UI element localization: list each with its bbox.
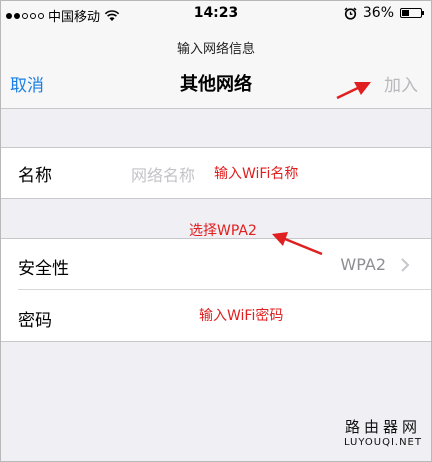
screenshot-border bbox=[0, 0, 432, 462]
